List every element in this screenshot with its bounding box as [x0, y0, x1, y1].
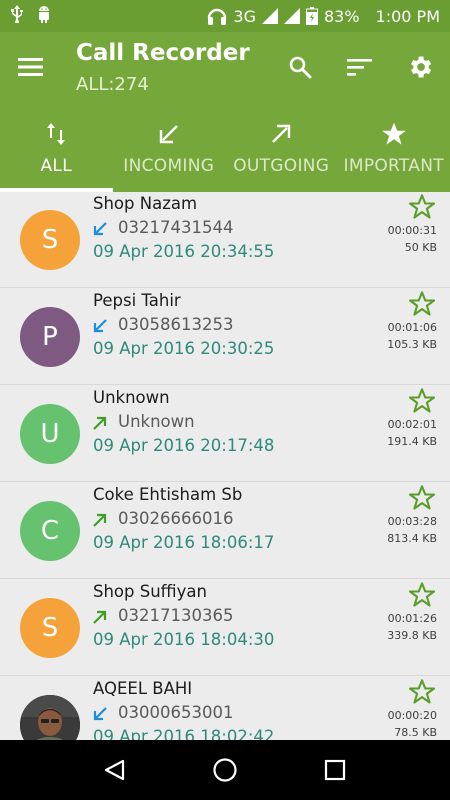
call-list-item[interactable]: S Shop Nazam 03217431544 09 Apr 2016 20:34:…: [0, 192, 450, 288]
clock: 1:00 PM: [375, 6, 440, 26]
call-duration: 00:00:31: [387, 224, 437, 237]
contact-avatar: S: [20, 210, 80, 270]
favorite-star-icon[interactable]: [408, 678, 436, 706]
call-duration: 00:00:20: [387, 709, 437, 722]
call-datetime: 09 Apr 2016 20:34:55: [93, 242, 275, 261]
app-title: Call Recorder: [76, 40, 250, 66]
tab-important-label: IMPORTANT: [343, 156, 444, 176]
call-list[interactable]: S Shop Nazam 03217431544 09 Apr 2016 20:34:…: [0, 192, 450, 740]
tab-all[interactable]: ALL: [0, 110, 113, 192]
star-filled-icon: [381, 114, 407, 154]
favorite-star-icon[interactable]: [408, 193, 436, 221]
call-duration: 00:01:26: [387, 612, 437, 625]
signal-icon: [261, 8, 278, 24]
contact-name: AQEEL BAHI: [93, 679, 193, 698]
contact-name: Shop Nazam: [93, 194, 198, 213]
file-size: 191.4 KB: [387, 435, 437, 448]
file-size: 50 KB: [404, 241, 437, 254]
network-type: 3G: [233, 6, 256, 26]
avatar-initial: S: [41, 225, 59, 255]
contact-avatar: [20, 695, 80, 740]
call-list-item[interactable]: S Shop Suffiyan 03217130365 09 Apr 2016 18:…: [0, 579, 450, 676]
call-datetime: 09 Apr 2016 18:02:42: [93, 727, 275, 740]
contact-avatar: C: [20, 501, 80, 561]
call-duration: 00:02:01: [387, 418, 437, 431]
contact-name: Unknown: [93, 388, 170, 407]
sort-icon[interactable]: [343, 50, 377, 84]
tab-outgoing[interactable]: OUTGOING: [225, 110, 338, 192]
contact-avatar: U: [20, 404, 80, 464]
avatar-initial: C: [40, 516, 60, 546]
contact-name: Pepsi Tahir: [93, 291, 181, 310]
search-icon[interactable]: [283, 50, 317, 84]
avatar-initial: S: [41, 613, 59, 643]
incoming-arrow-icon: [157, 114, 181, 154]
phone-number: 03217130365: [118, 606, 234, 625]
tab-incoming[interactable]: INCOMING: [113, 110, 226, 192]
favorite-star-icon[interactable]: [408, 484, 436, 512]
phone-number: 03026666016: [118, 509, 234, 528]
favorite-star-icon[interactable]: [408, 290, 436, 318]
incoming-call-icon: [93, 222, 107, 236]
file-size: 813.4 KB: [387, 532, 437, 545]
contact-photo: [20, 695, 80, 740]
system-nav-bar: [0, 740, 450, 800]
signal-icon-2: [283, 8, 300, 24]
tab-outgoing-label: OUTGOING: [233, 156, 330, 176]
favorite-star-icon[interactable]: [408, 387, 436, 415]
file-size: 78.5 KB: [394, 726, 437, 739]
call-list-item[interactable]: U Unknown Unknown 09 Apr 2016 20:17:48 00:02…: [0, 385, 450, 482]
file-size: 339.8 KB: [387, 629, 437, 642]
file-size: 105.3 KB: [387, 338, 437, 351]
call-datetime: 09 Apr 2016 18:04:30: [93, 630, 275, 649]
avatar-initial: P: [42, 322, 58, 352]
call-duration: 00:01:06: [387, 321, 437, 334]
contact-avatar: S: [20, 598, 80, 658]
usb-icon: [10, 5, 24, 27]
phone-number: Unknown: [118, 412, 195, 431]
phone-number: 03000653001: [118, 703, 234, 722]
status-bar: 3G 83% 1:00 PM: [0, 0, 450, 32]
swap-vertical-icon: [46, 114, 66, 154]
avatar-initial: U: [40, 419, 60, 449]
outgoing-arrow-icon: [269, 114, 293, 154]
incoming-call-icon: [93, 707, 107, 721]
incoming-call-icon: [93, 319, 107, 333]
outgoing-call-icon: [93, 513, 107, 527]
call-list-item[interactable]: C Coke Ehtisham Sb 03026666016 09 Apr 2016 …: [0, 482, 450, 579]
battery-percent: 83%: [323, 6, 360, 26]
filter-tabs: ALL INCOMING OUTGOING IMPORTANT: [0, 110, 450, 192]
tab-incoming-label: INCOMING: [123, 156, 215, 176]
contact-avatar: P: [20, 307, 80, 367]
tab-important[interactable]: IMPORTANT: [338, 110, 450, 192]
call-datetime: 09 Apr 2016 18:06:17: [93, 533, 275, 552]
battery-icon: [305, 7, 318, 25]
recents-icon[interactable]: [319, 754, 351, 786]
phone-number: 03217431544: [118, 218, 234, 237]
menu-icon[interactable]: [18, 52, 52, 82]
android-icon: [36, 5, 52, 27]
call-duration: 00:03:28: [387, 515, 437, 528]
favorite-star-icon[interactable]: [408, 581, 436, 609]
back-icon[interactable]: [99, 754, 131, 786]
outgoing-call-icon: [93, 610, 107, 624]
call-list-item[interactable]: AQEEL BAHI 03000653001 09 Apr 2016 18:02:4…: [0, 676, 450, 740]
tab-all-label: ALL: [40, 156, 72, 176]
call-datetime: 09 Apr 2016 20:30:25: [93, 339, 275, 358]
phone-number: 03058613253: [118, 315, 234, 334]
outgoing-call-icon: [93, 416, 107, 430]
app-bar: Call Recorder ALL:274: [0, 32, 450, 110]
settings-gear-icon[interactable]: [403, 50, 437, 84]
contact-name: Shop Suffiyan: [93, 582, 207, 601]
home-icon[interactable]: [209, 754, 241, 786]
contact-name: Coke Ehtisham Sb: [93, 485, 243, 504]
headset-icon: [207, 7, 227, 25]
call-datetime: 09 Apr 2016 20:17:48: [93, 436, 275, 455]
call-list-item[interactable]: P Pepsi Tahir 03058613253 09 Apr 2016 20:30…: [0, 288, 450, 385]
recording-count: ALL:274: [76, 74, 149, 95]
